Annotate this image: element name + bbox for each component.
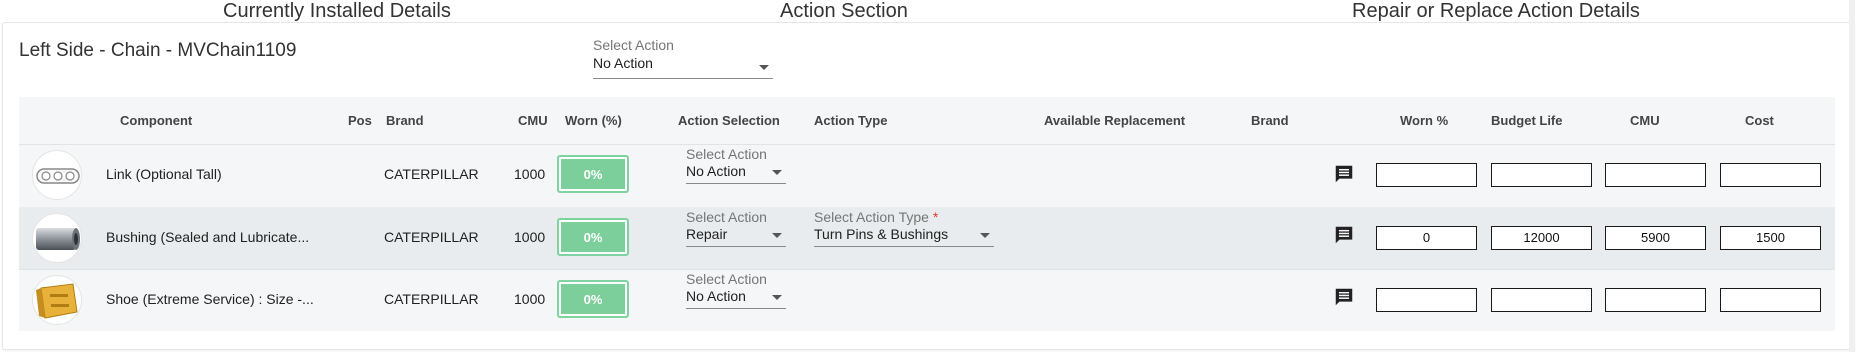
row2-budget-life-input[interactable]: 12000 [1491, 226, 1592, 250]
header-worn-pct: Worn % [1400, 113, 1449, 128]
chevron-down-icon [772, 233, 782, 238]
track-shoe-image [32, 275, 82, 325]
row2-worn-badge: 0% [557, 218, 629, 256]
row3-component: Shoe (Extreme Service) : Size -... [106, 291, 314, 307]
chain-action-label: Select Action [593, 37, 674, 53]
row3-cmu: 1000 [514, 291, 546, 307]
select-underline [593, 78, 773, 79]
row1-worn-pct-input[interactable] [1376, 163, 1477, 187]
row2-cost-input[interactable]: 1500 [1720, 226, 1821, 250]
chain-title: Left Side - Chain - MVChain1109 [19, 40, 297, 61]
header-cost: Cost [1745, 113, 1774, 128]
chain-action-select[interactable]: Select Action No Action [593, 37, 773, 79]
comment-icon[interactable] [1333, 286, 1355, 308]
row2-brand: CATERPILLAR [384, 229, 479, 245]
bushing-image [32, 213, 82, 263]
row2-action-select[interactable]: Select Action Repair [686, 209, 786, 247]
row2-worn-value: 0% [561, 222, 625, 252]
chevron-down-icon [772, 295, 782, 300]
header-worn: Worn (%) [565, 113, 622, 128]
row1-brand: CATERPILLAR [384, 166, 479, 182]
row3-action-value: No Action [686, 288, 746, 304]
row2-action-value: Repair [686, 226, 728, 242]
header-budget-life: Budget Life [1491, 113, 1563, 128]
row2-action-type-select[interactable]: Select Action Type * Turn Pins & Bushing… [814, 209, 994, 247]
row2-action-type-value: Turn Pins & Bushings [814, 226, 949, 242]
header-action-type: Action Type [814, 113, 888, 128]
row3-action-select[interactable]: Select Action No Action [686, 271, 786, 309]
select-underline [686, 183, 786, 184]
row1-action-select[interactable]: Select Action No Action [686, 146, 786, 184]
row1-worn-badge: 0% [557, 155, 629, 193]
row2-action-type-label: Select Action Type * [814, 209, 939, 225]
select-underline [814, 246, 994, 247]
chain-action-value: No Action [593, 55, 653, 71]
row2-action-label: Select Action [686, 209, 767, 225]
header-action-selection: Action Selection [678, 113, 780, 128]
comment-icon[interactable] [1333, 163, 1355, 185]
chevron-down-icon [772, 170, 782, 175]
row2-worn-pct-input[interactable]: 0 [1376, 226, 1477, 250]
row3-worn-value: 0% [561, 284, 625, 314]
row3-action-label: Select Action [686, 271, 767, 287]
row2-cmu: 1000 [514, 229, 546, 245]
header-component: Component [120, 113, 193, 128]
row1-cmu: 1000 [514, 166, 546, 182]
row1-cost-input[interactable] [1720, 163, 1821, 187]
row3-cost-input[interactable] [1720, 288, 1821, 312]
row1-budget-life-input[interactable] [1491, 163, 1592, 187]
row3-worn-badge: 0% [557, 280, 629, 318]
select-underline [686, 308, 786, 309]
header-cmu: CMU [518, 113, 548, 128]
header-brand: Brand [386, 113, 424, 128]
row-divider [19, 144, 1835, 145]
row1-action-label: Select Action [686, 146, 767, 162]
repair-section-title: Repair or Replace Action Details [1352, 0, 1640, 22]
required-marker: * [932, 209, 939, 225]
row-divider [19, 269, 1835, 270]
row1-component: Link (Optional Tall) [106, 166, 222, 182]
row1-cmu-input[interactable] [1605, 163, 1706, 187]
header-available-replacement: Available Replacement [1044, 113, 1186, 128]
header-replacement-brand: Brand [1251, 113, 1289, 128]
installed-section-title: Currently Installed Details [223, 0, 451, 22]
select-underline [686, 246, 786, 247]
row1-action-value: No Action [686, 163, 746, 179]
row3-worn-pct-input[interactable] [1376, 288, 1477, 312]
row3-budget-life-input[interactable] [1491, 288, 1592, 312]
header-repair-cmu: CMU [1630, 113, 1660, 128]
header-pos: Pos [348, 113, 372, 128]
row2-cmu-input[interactable]: 5900 [1605, 226, 1706, 250]
row3-brand: CATERPILLAR [384, 291, 479, 307]
action-section-title: Action Section [780, 0, 908, 22]
comment-icon[interactable] [1333, 224, 1355, 246]
chevron-down-icon [759, 65, 769, 70]
vertical-scrollbar[interactable] [1849, 0, 1855, 352]
row3-cmu-input[interactable] [1605, 288, 1706, 312]
track-link-image [32, 150, 82, 200]
chevron-down-icon [980, 233, 990, 238]
row2-component: Bushing (Sealed and Lubricate... [106, 229, 310, 245]
row1-worn-value: 0% [561, 159, 625, 189]
